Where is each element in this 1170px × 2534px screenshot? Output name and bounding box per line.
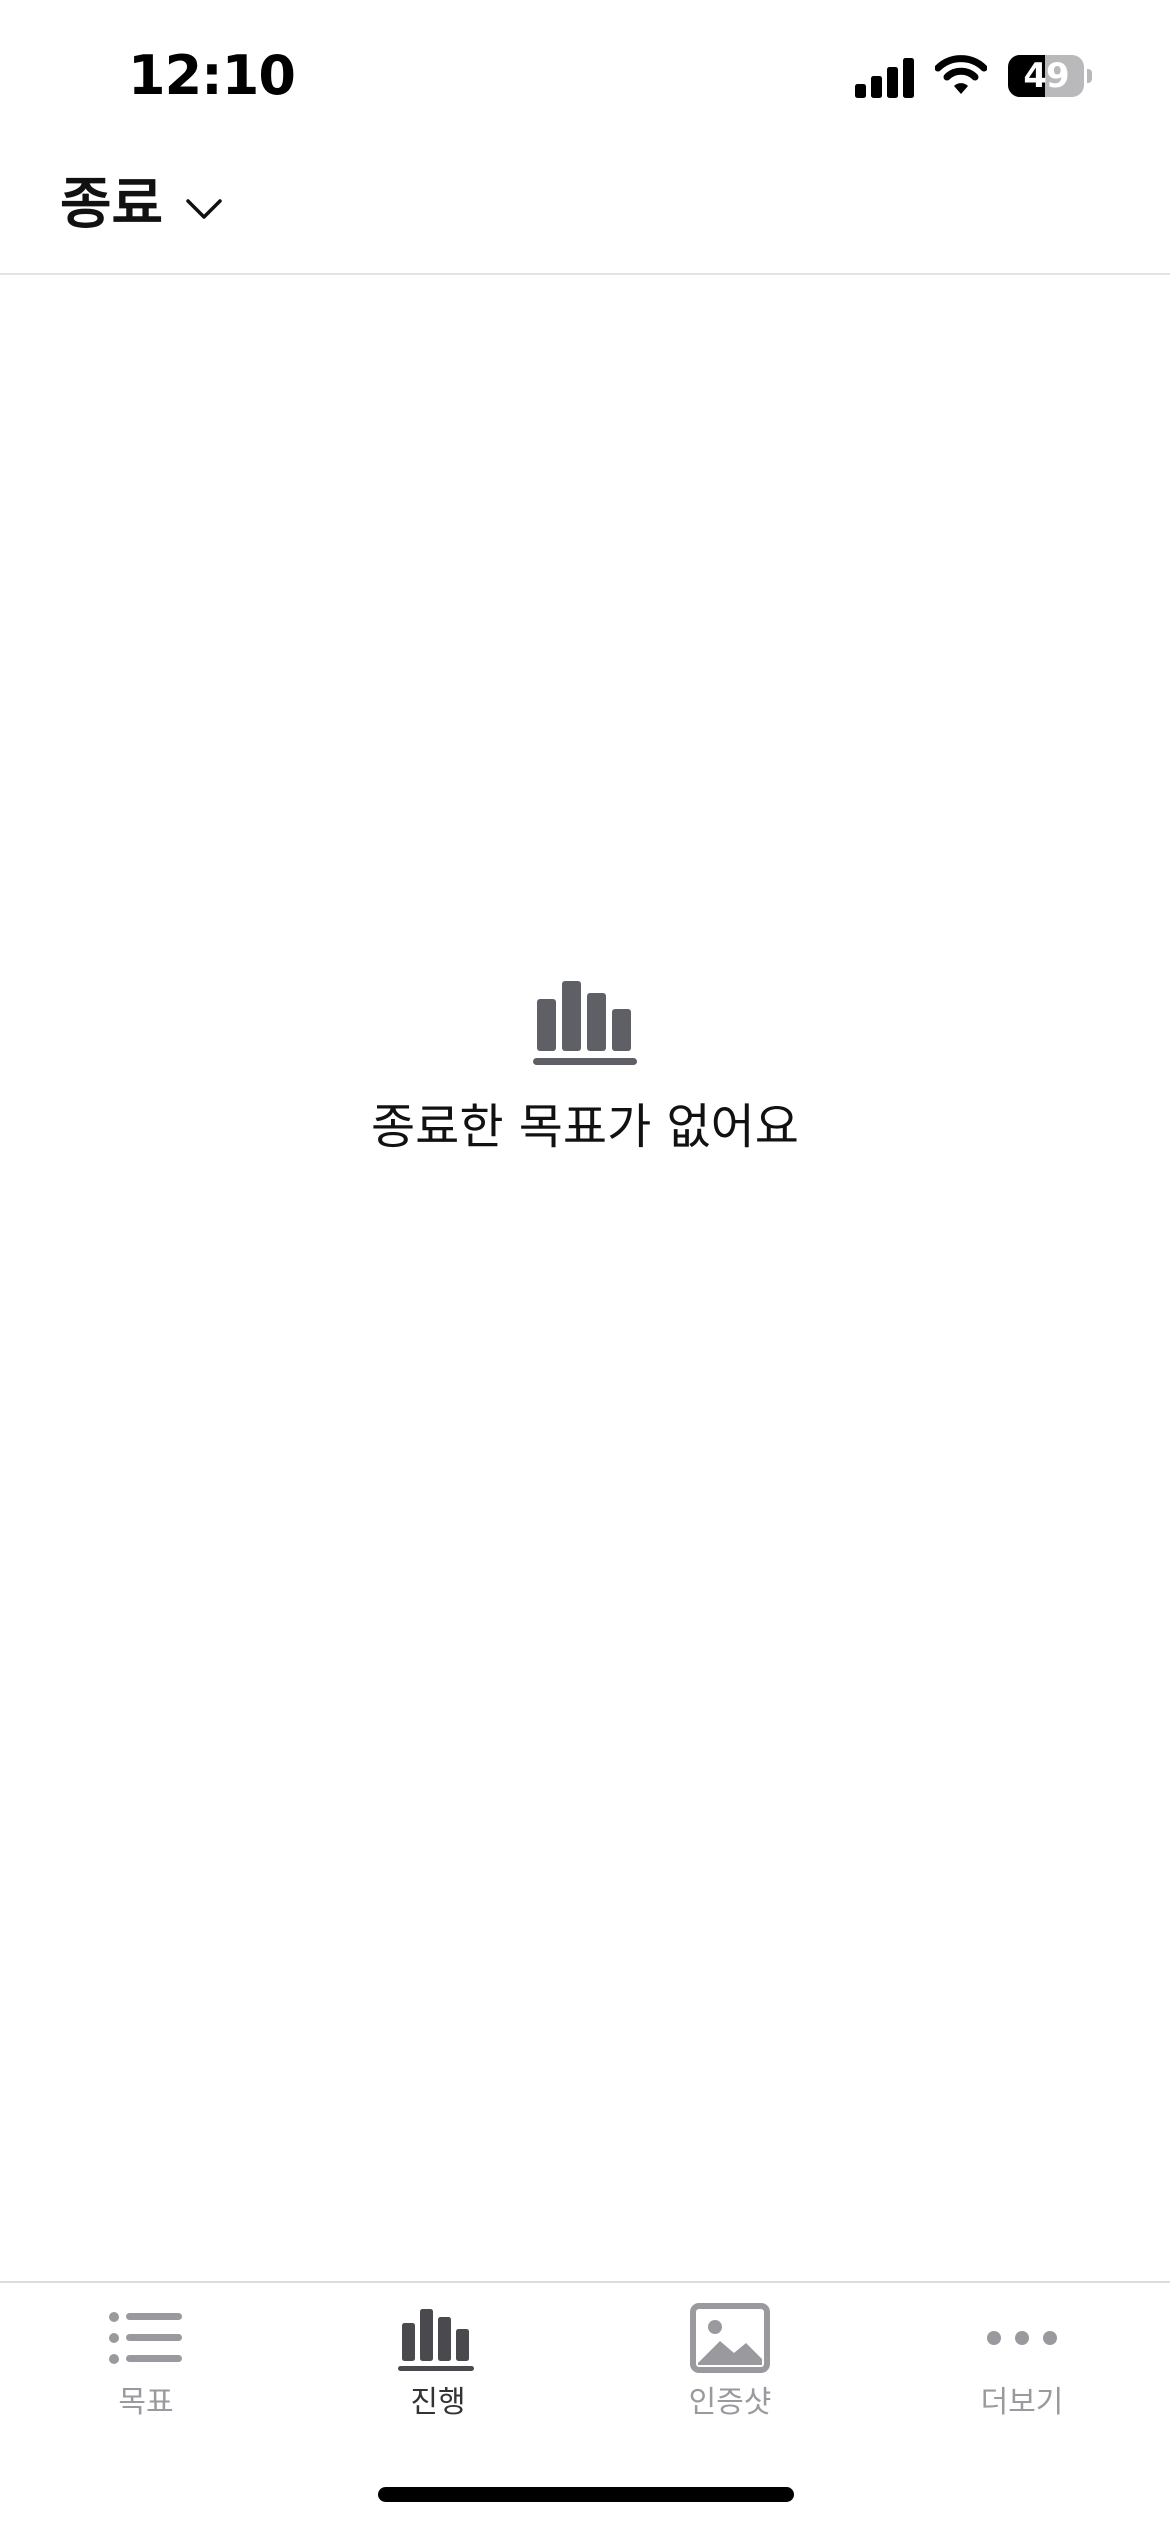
tab-label: 목표 <box>118 2385 174 2420</box>
cellular-signal-icon <box>855 58 914 98</box>
more-dots-icon <box>987 2331 1057 2345</box>
status-bar: 12:10 49 <box>0 0 1170 150</box>
battery-level: 49 <box>1023 56 1069 96</box>
tab-photo-proof[interactable]: 인증샷 <box>584 2303 876 2443</box>
battery-icon: 49 <box>1008 55 1092 97</box>
tab-label: 인증샷 <box>688 2385 772 2420</box>
home-indicator <box>378 2487 794 2502</box>
chevron-down-icon <box>186 199 222 219</box>
empty-state: 종료한 목표가 없어요 <box>0 975 1170 1157</box>
tab-goals[interactable]: 목표 <box>0 2303 292 2443</box>
filter-dropdown[interactable]: 종료 <box>60 170 223 240</box>
tab-more[interactable]: 더보기 <box>876 2303 1168 2443</box>
photo-icon <box>690 2303 770 2373</box>
bar-chart-icon <box>533 981 637 1065</box>
list-icon <box>109 2312 182 2364</box>
status-time: 12:10 <box>128 44 296 107</box>
tab-progress[interactable]: 진행 <box>292 2303 584 2443</box>
tab-label: 진행 <box>410 2385 466 2420</box>
bar-chart-icon <box>398 2309 474 2371</box>
filter-label: 종료 <box>60 172 164 237</box>
empty-state-message: 종료한 목표가 없어요 <box>371 1099 799 1155</box>
wifi-icon <box>935 55 987 94</box>
header: 종료 <box>0 150 1170 275</box>
tab-label: 더보기 <box>980 2385 1064 2420</box>
